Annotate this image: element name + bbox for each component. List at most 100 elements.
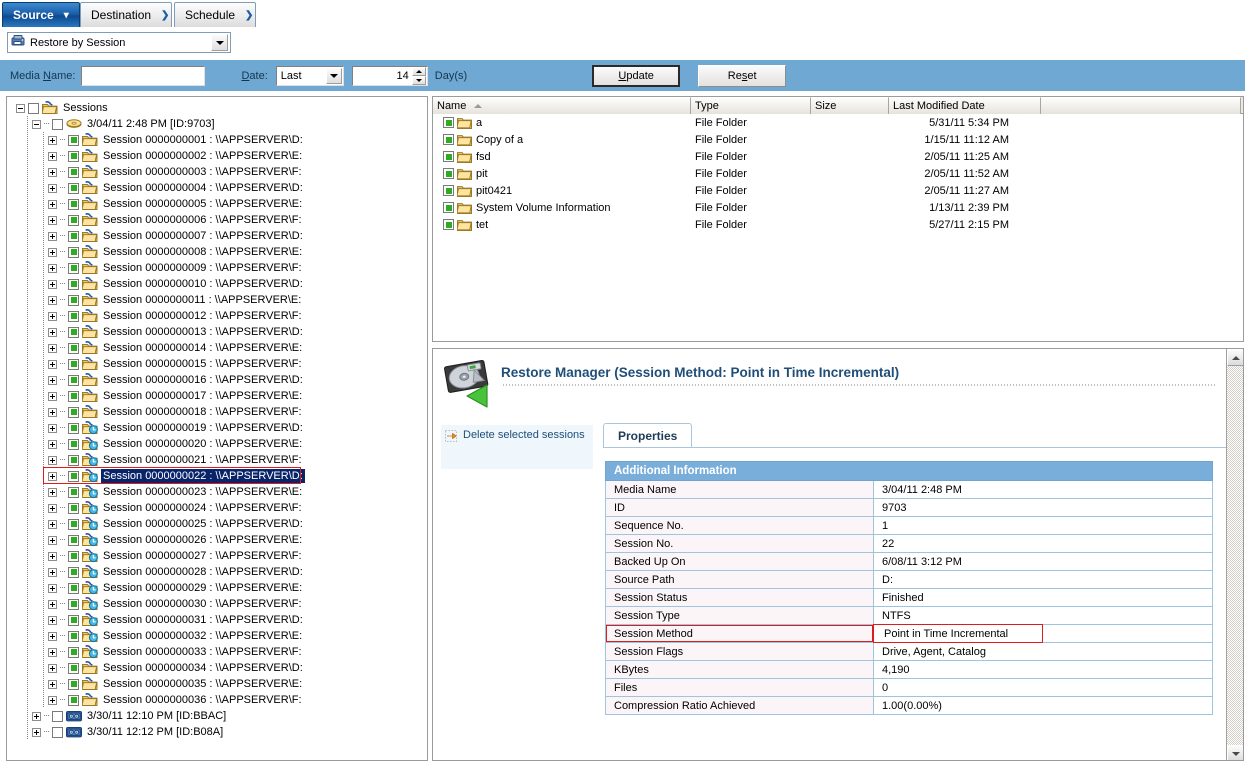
combo-dropdown-button[interactable] <box>211 34 228 51</box>
tree-item-checkbox[interactable] <box>68 199 79 210</box>
tree-item-checkbox[interactable] <box>68 247 79 258</box>
tree-item[interactable]: Session 0000000027 : \\APPSERVER\F: <box>7 548 427 564</box>
tree-item[interactable]: Session 0000000015 : \\APPSERVER\F: <box>7 356 427 372</box>
tree-item[interactable]: Session 0000000012 : \\APPSERVER\F: <box>7 308 427 324</box>
tree-item-checkbox[interactable] <box>68 135 79 146</box>
tree-item[interactable]: Session 0000000001 : \\APPSERVER\D: <box>7 132 427 148</box>
scroll-down-button[interactable] <box>1227 745 1244 761</box>
tree-item-checkbox[interactable] <box>68 535 79 546</box>
tree-item[interactable]: Session 0000000011 : \\APPSERVER\E: <box>7 292 427 308</box>
tree-item[interactable]: Session 0000000007 : \\APPSERVER\D: <box>7 228 427 244</box>
tree-item-checkbox[interactable] <box>68 663 79 674</box>
expand-toggle-icon[interactable] <box>48 424 57 433</box>
file-row-checkbox[interactable] <box>443 219 454 230</box>
expand-toggle-icon[interactable] <box>48 408 57 417</box>
file-row-checkbox[interactable] <box>443 202 454 213</box>
tree-item-checkbox[interactable] <box>68 615 79 626</box>
tree-item-checkbox[interactable] <box>68 455 79 466</box>
file-list-row[interactable]: aFile Folder5/31/11 5:34 PM <box>433 114 1243 131</box>
tree-item[interactable]: Session 0000000032 : \\APPSERVER\E: <box>7 628 427 644</box>
expand-toggle-icon[interactable] <box>48 536 57 545</box>
file-list-column-header[interactable] <box>1041 97 1241 114</box>
expand-toggle-icon[interactable] <box>48 440 57 449</box>
expand-toggle-icon[interactable] <box>48 648 57 657</box>
tree-item[interactable]: 3/30/11 12:12 PM [ID:B08A] <box>7 724 427 740</box>
tab-schedule[interactable]: Schedule ❯ <box>174 2 256 27</box>
session-tree-panel[interactable]: Sessions3/04/11 2:48 PM [ID:9703]Session… <box>6 96 428 761</box>
tree-item[interactable]: Session 0000000010 : \\APPSERVER\D: <box>7 276 427 292</box>
tree-item[interactable]: Session 0000000006 : \\APPSERVER\F: <box>7 212 427 228</box>
expand-toggle-icon[interactable] <box>48 136 57 145</box>
expand-toggle-icon[interactable] <box>48 504 57 513</box>
tree-item-checkbox[interactable] <box>68 487 79 498</box>
tree-item[interactable]: Session 0000000030 : \\APPSERVER\F: <box>7 596 427 612</box>
update-button[interactable]: Update <box>592 65 680 87</box>
expand-toggle-icon[interactable] <box>48 696 57 705</box>
scroll-up-button[interactable] <box>1227 349 1244 366</box>
expand-toggle-icon[interactable] <box>48 552 57 561</box>
tree-item[interactable]: Session 0000000029 : \\APPSERVER\E: <box>7 580 427 596</box>
file-list-column-header[interactable]: Size <box>811 97 889 114</box>
collapse-toggle-icon[interactable] <box>16 104 25 113</box>
expand-toggle-icon[interactable] <box>48 168 57 177</box>
delete-selected-sessions-link[interactable]: Delete selected sessions <box>441 425 593 446</box>
tree-item-checkbox[interactable] <box>52 727 63 738</box>
tree-item-checkbox[interactable] <box>68 151 79 162</box>
tree-item-checkbox[interactable] <box>68 567 79 578</box>
tree-item-checkbox[interactable] <box>68 327 79 338</box>
tree-item[interactable]: Session 0000000034 : \\APPSERVER\D: <box>7 660 427 676</box>
tree-item-checkbox[interactable] <box>68 391 79 402</box>
tree-item[interactable]: Session 0000000008 : \\APPSERVER\E: <box>7 244 427 260</box>
tree-item[interactable]: Session 0000000024 : \\APPSERVER\F: <box>7 500 427 516</box>
file-row-checkbox[interactable] <box>443 134 454 145</box>
tree-item[interactable]: Session 0000000028 : \\APPSERVER\D: <box>7 564 427 580</box>
expand-toggle-icon[interactable] <box>32 728 41 737</box>
tree-item[interactable]: Session 0000000020 : \\APPSERVER\E: <box>7 436 427 452</box>
tree-item-checkbox[interactable] <box>52 119 63 130</box>
tree-item-checkbox[interactable] <box>68 423 79 434</box>
tree-item-checkbox[interactable] <box>68 599 79 610</box>
expand-toggle-icon[interactable] <box>48 584 57 593</box>
tree-item[interactable]: Session 0000000033 : \\APPSERVER\F: <box>7 644 427 660</box>
tree-item[interactable]: Session 0000000023 : \\APPSERVER\E: <box>7 484 427 500</box>
expand-toggle-icon[interactable] <box>48 456 57 465</box>
tree-item-checkbox[interactable] <box>68 631 79 642</box>
tree-item-checkbox[interactable] <box>68 343 79 354</box>
tree-item-checkbox[interactable] <box>68 647 79 658</box>
file-list-row[interactable]: System Volume InformationFile Folder1/13… <box>433 199 1243 216</box>
expand-toggle-icon[interactable] <box>48 248 57 257</box>
media-name-input[interactable] <box>81 66 205 86</box>
file-list-row[interactable]: tetFile Folder5/27/11 2:15 PM <box>433 216 1243 233</box>
tree-item[interactable]: Session 0000000004 : \\APPSERVER\D: <box>7 180 427 196</box>
days-decrement-button[interactable] <box>412 76 426 85</box>
days-increment-button[interactable] <box>412 67 426 76</box>
tree-item[interactable]: Session 0000000013 : \\APPSERVER\D: <box>7 324 427 340</box>
tree-item[interactable]: Session 0000000019 : \\APPSERVER\D: <box>7 420 427 436</box>
tree-item-checkbox[interactable] <box>68 359 79 370</box>
file-list-row[interactable]: fsdFile Folder2/05/11 11:25 AM <box>433 148 1243 165</box>
tree-item-checkbox[interactable] <box>52 711 63 722</box>
restore-method-combo[interactable]: Restore by Session <box>7 32 231 53</box>
tree-item-checkbox[interactable] <box>68 263 79 274</box>
expand-toggle-icon[interactable] <box>48 680 57 689</box>
tree-item-checkbox[interactable] <box>68 215 79 226</box>
expand-toggle-icon[interactable] <box>48 232 57 241</box>
expand-toggle-icon[interactable] <box>48 632 57 641</box>
expand-toggle-icon[interactable] <box>48 328 57 337</box>
reset-button[interactable]: Reset <box>698 65 786 87</box>
expand-toggle-icon[interactable] <box>48 216 57 225</box>
expand-toggle-icon[interactable] <box>48 344 57 353</box>
tree-item-checkbox[interactable] <box>68 439 79 450</box>
file-row-checkbox[interactable] <box>443 168 454 179</box>
tree-item[interactable]: Session 0000000005 : \\APPSERVER\E: <box>7 196 427 212</box>
tree-item-checkbox[interactable] <box>68 295 79 306</box>
tree-item-checkbox[interactable] <box>68 519 79 530</box>
tree-item-checkbox[interactable] <box>68 471 79 482</box>
expand-toggle-icon[interactable] <box>48 360 57 369</box>
date-mode-select[interactable]: Last <box>276 66 344 86</box>
expand-toggle-icon[interactable] <box>48 376 57 385</box>
expand-toggle-icon[interactable] <box>48 264 57 273</box>
tree-item-checkbox[interactable] <box>68 583 79 594</box>
file-list-row[interactable]: Copy of aFile Folder1/15/11 11:12 AM <box>433 131 1243 148</box>
tree-item-checkbox[interactable] <box>68 279 79 290</box>
